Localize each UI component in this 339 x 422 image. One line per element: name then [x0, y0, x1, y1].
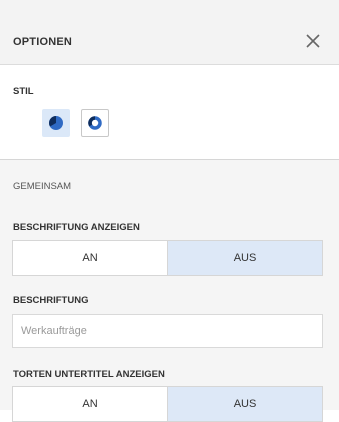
donut-chart-icon [88, 116, 102, 130]
show-pie-subtitles-label: TORTEN UNTERTITEL ANZEIGEN [13, 369, 165, 380]
panel-title: OPTIONEN [13, 36, 73, 48]
show-labels-on-button[interactable]: AN [13, 241, 167, 275]
show-pie-subtitles-on-button[interactable]: AN [13, 387, 167, 421]
show-labels-toggle: AN AUS [12, 240, 323, 276]
donut-style-button[interactable] [81, 109, 109, 137]
options-header: OPTIONEN [0, 0, 339, 65]
common-options-panel: GEMEINSAM BESCHRIFTUNG ANZEIGEN AN AUS B… [0, 160, 339, 422]
caption-label: BESCHRIFTUNG [13, 295, 89, 306]
common-heading: GEMEINSAM [13, 181, 72, 192]
show-labels-off-button[interactable]: AUS [167, 241, 322, 275]
style-label: STIL [13, 86, 34, 97]
show-pie-subtitles-off-button[interactable]: AUS [167, 387, 322, 421]
caption-input[interactable] [12, 314, 323, 348]
close-icon[interactable] [305, 33, 321, 49]
show-pie-subtitles-toggle: AN AUS [12, 386, 323, 422]
style-section: STIL [0, 65, 339, 160]
pie-chart-icon [49, 116, 63, 130]
show-labels-label: BESCHRIFTUNG ANZEIGEN [13, 222, 140, 233]
pie-style-button[interactable] [42, 109, 70, 137]
